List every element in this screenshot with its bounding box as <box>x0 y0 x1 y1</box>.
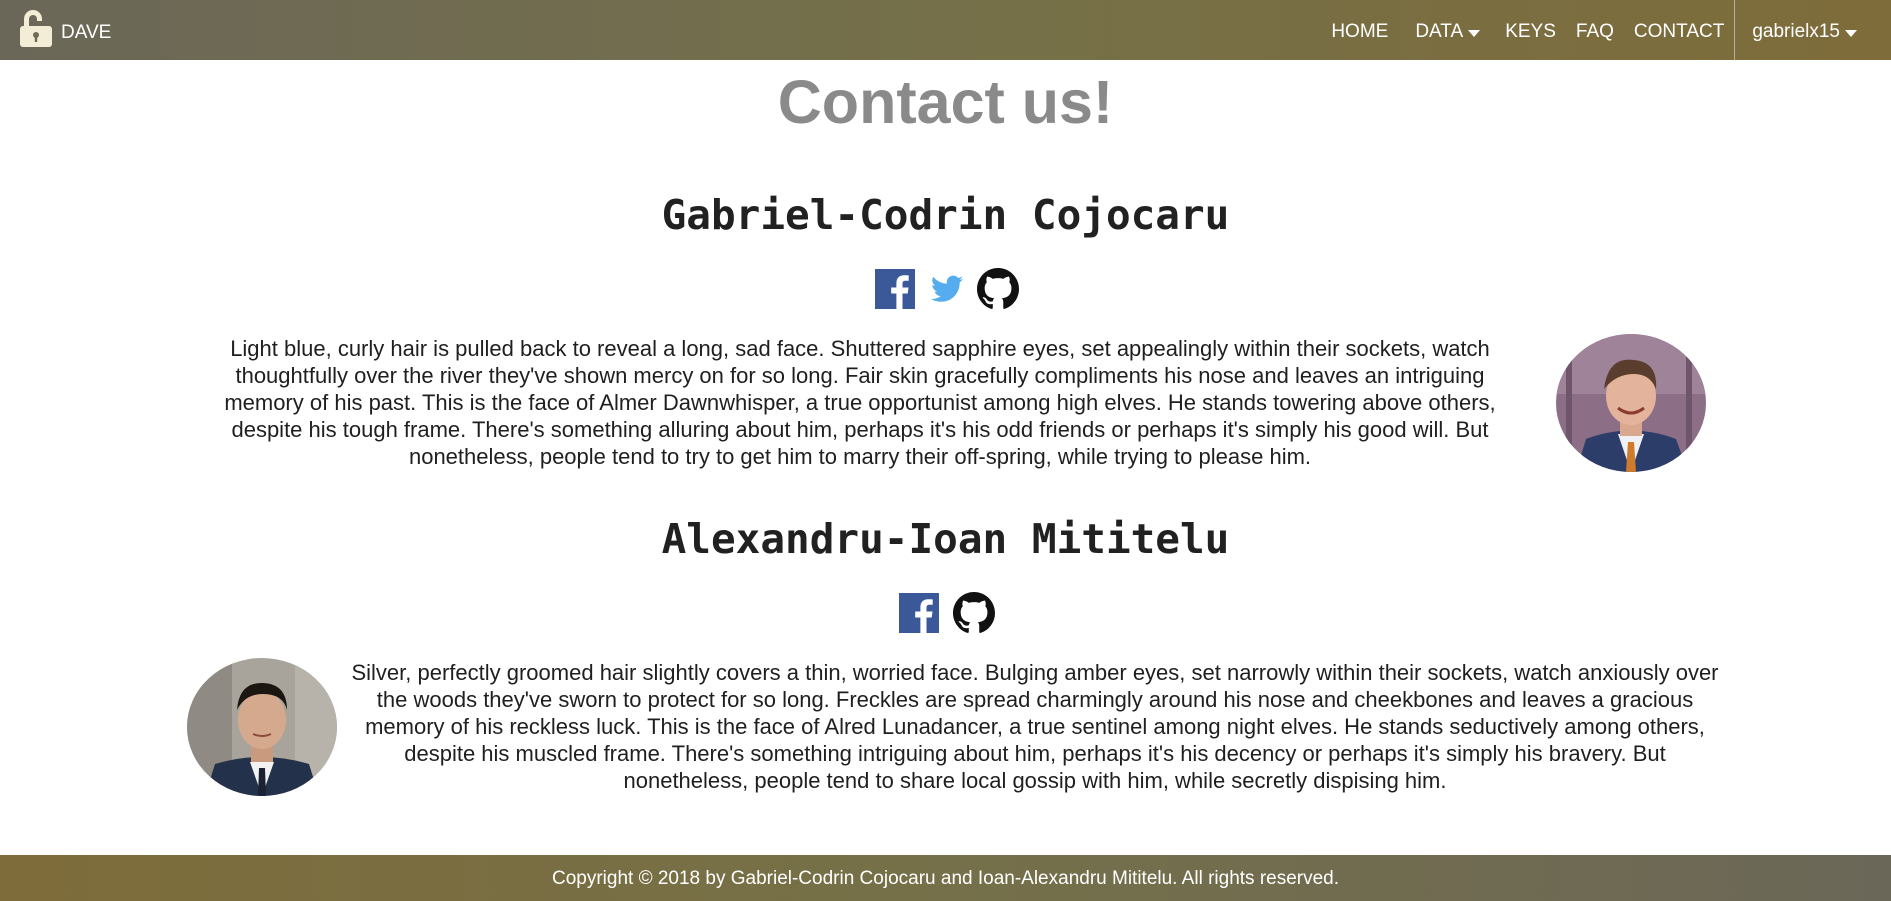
username-label: gabrielx15 <box>1752 21 1840 42</box>
footer: Copyright © 2018 by Gabriel-Codrin Cojoc… <box>0 855 1891 901</box>
avatar <box>1556 334 1706 472</box>
facebook-icon[interactable] <box>898 593 939 633</box>
social-links <box>0 591 1891 635</box>
unlocked-padlock-icon <box>18 8 54 53</box>
social-links <box>0 267 1891 311</box>
person-bio: Silver, perfectly groomed hair slightly … <box>351 660 1719 793</box>
avatar <box>187 658 337 796</box>
nav-data-dropdown[interactable]: DATA <box>1415 21 1481 43</box>
nav-divider <box>1734 0 1736 60</box>
github-icon[interactable] <box>976 268 1019 310</box>
twitter-icon[interactable] <box>930 275 963 303</box>
copyright-text: Copyright © 2018 by Gabriel-Codrin Cojoc… <box>551 868 1340 889</box>
person-bio: Light blue, curly hair is pulled back to… <box>224 336 1496 469</box>
caret-down-icon <box>1468 29 1481 37</box>
brand-name: DAVE <box>61 22 112 43</box>
caret-down-icon <box>1845 29 1857 37</box>
person-name: Gabriel-Codrin Cojocaru <box>661 191 1230 239</box>
user-menu-dropdown[interactable]: gabrielx15 <box>1752 21 1857 43</box>
nav-links: HOME DATA KEYS FAQ CONTACT gabrielx15 <box>1331 0 1891 60</box>
nav-home-link[interactable]: HOME <box>1331 21 1388 43</box>
brand-link[interactable]: DAVE <box>18 8 111 53</box>
person-name: Alexandru-Ioan Mititelu <box>661 515 1230 563</box>
nav-contact-link[interactable]: CONTACT <box>1634 21 1724 43</box>
nav-faq-link[interactable]: FAQ <box>1576 21 1614 43</box>
github-icon[interactable] <box>952 592 995 634</box>
top-navbar: DAVE HOME DATA KEYS FAQ CONTACT gabrielx… <box>0 0 1891 60</box>
nav-keys-link[interactable]: KEYS <box>1505 21 1556 43</box>
facebook-icon[interactable] <box>874 269 915 309</box>
nav-data-label: DATA <box>1415 21 1464 42</box>
page-title: Contact us! <box>777 68 1114 136</box>
